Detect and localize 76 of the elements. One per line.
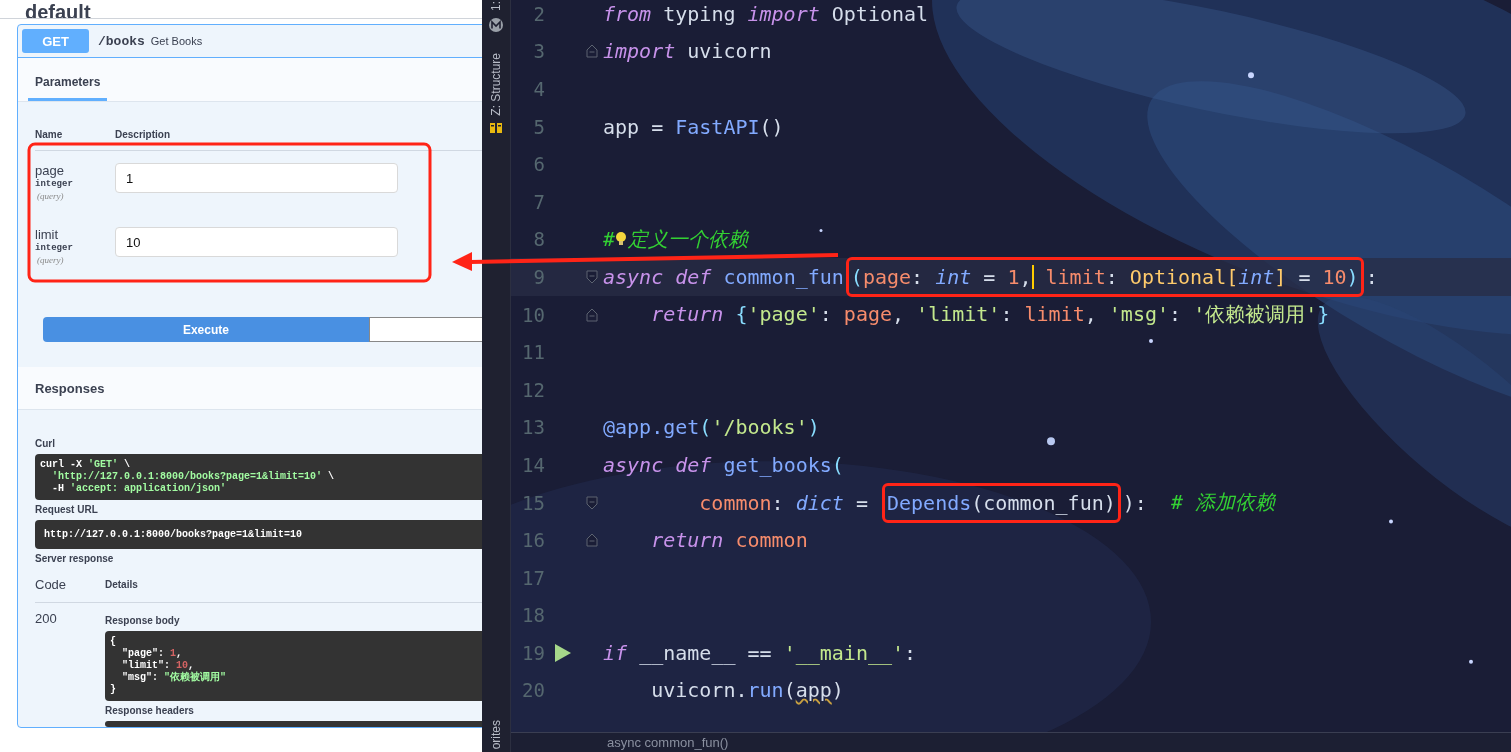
line-number: 11 (521, 341, 545, 364)
response-headers-label: Response headers (105, 705, 195, 716)
code-line: @app.get('/books') (603, 415, 820, 440)
secondary-button[interactable] (368, 317, 482, 342)
parameters-tab[interactable]: Parameters (28, 75, 108, 101)
code-line: return common (650, 528, 808, 553)
response-body: { "page": 1, "limit": 10, "msg": "依赖被调用" } (105, 631, 482, 701)
line-number: 6 (532, 153, 545, 176)
line-number: 12 (521, 378, 545, 401)
run-icon[interactable] (555, 643, 571, 662)
line-number: 8 (532, 228, 545, 251)
parameter-name: page (35, 163, 65, 178)
fold-icon[interactable] (586, 533, 598, 548)
m-circle-icon[interactable] (488, 17, 504, 33)
response-body-label: Response body (105, 615, 181, 626)
endpoint-summary: Get Books (150, 35, 203, 47)
curl-command: curl -X 'GET' \ 'http://127.0.0.1:8000/books?page=1&limit=10' \ -H 'accept: application/json' (35, 454, 482, 500)
line-number: 14 (521, 453, 545, 476)
parameter-input[interactable]: 1 (115, 163, 398, 193)
parameter-location: (query) (36, 255, 65, 265)
code-line: : (1365, 264, 1378, 289)
parameter-location: (query) (36, 191, 65, 201)
request-url: http://127.0.0.1:8000/books?page=1&limit=10 (35, 520, 482, 549)
code-line: uvicorn.run(app) (650, 678, 844, 703)
line-number: 16 (521, 529, 545, 552)
column-header: Name (35, 129, 64, 140)
line-number: 5 (532, 115, 545, 138)
annotated-code: Depends(common_fun) (881, 482, 1121, 523)
breadcrumb[interactable]: async common_fun() (607, 735, 729, 750)
column-header: Code (35, 577, 68, 592)
parameter-input[interactable]: 10 (115, 227, 398, 257)
line-number: 13 (521, 416, 545, 439)
line-number: 17 (521, 566, 545, 589)
fold-icon[interactable] (586, 44, 598, 59)
line-number: 7 (532, 190, 545, 213)
line-number: 4 (532, 78, 545, 100)
code-line: async def get_books( (603, 452, 844, 477)
column-header: Description (115, 129, 170, 140)
request-url-label: Request URL (35, 504, 98, 515)
line-number: 10 (521, 303, 545, 326)
fold-icon[interactable] (586, 495, 598, 510)
curl-label: Curl (35, 438, 55, 449)
line-number: 15 (521, 491, 545, 514)
code-line: 定义一个依赖 (628, 225, 749, 253)
code-comment: # 添加依赖 (1170, 489, 1276, 516)
line-number: 9 (532, 265, 545, 288)
line-number: 2 (532, 2, 545, 25)
line-number: 20 (521, 679, 545, 702)
fold-icon[interactable] (586, 307, 598, 322)
line-number: 18 (521, 604, 545, 627)
server-response-label: Server response (35, 553, 114, 564)
structure-tab[interactable]: Z: Structure (489, 53, 503, 116)
comment-mark: # (603, 227, 616, 252)
lightbulb-icon[interactable] (615, 231, 628, 248)
line-number: 3 (532, 40, 545, 63)
line-number: 19 (521, 641, 545, 664)
code-line: from typing import Optional (603, 1, 929, 26)
status-code: 200 (35, 611, 58, 628)
code-line: ): (1122, 490, 1148, 515)
parameter-name: limit (35, 227, 60, 242)
parameter-type: integer (35, 242, 74, 255)
tool-window-label[interactable]: 1: (489, 1, 503, 11)
code-line: async def common_fun (603, 264, 844, 289)
code-line: import uvicorn (603, 39, 772, 64)
tool-window-label[interactable]: orites (489, 719, 503, 749)
annotated-code: (page: int = 1, limit: Optional[int] = 10) (845, 256, 1364, 297)
structure-icon[interactable] (490, 121, 502, 134)
parameter-type: integer (35, 178, 74, 191)
code-line: return {'page': page, 'limit': limit, 'msg': '依赖被调用'} (650, 301, 1330, 329)
code-line: if __name__ == '__main__': (603, 640, 917, 665)
code-line: common: dict = (698, 490, 869, 515)
column-header: Details (105, 579, 138, 590)
fold-icon[interactable] (586, 269, 598, 284)
endpoint-path: /books (98, 33, 145, 49)
responses-title: Responses (35, 380, 105, 396)
code-line: app = FastAPI() (603, 114, 784, 139)
